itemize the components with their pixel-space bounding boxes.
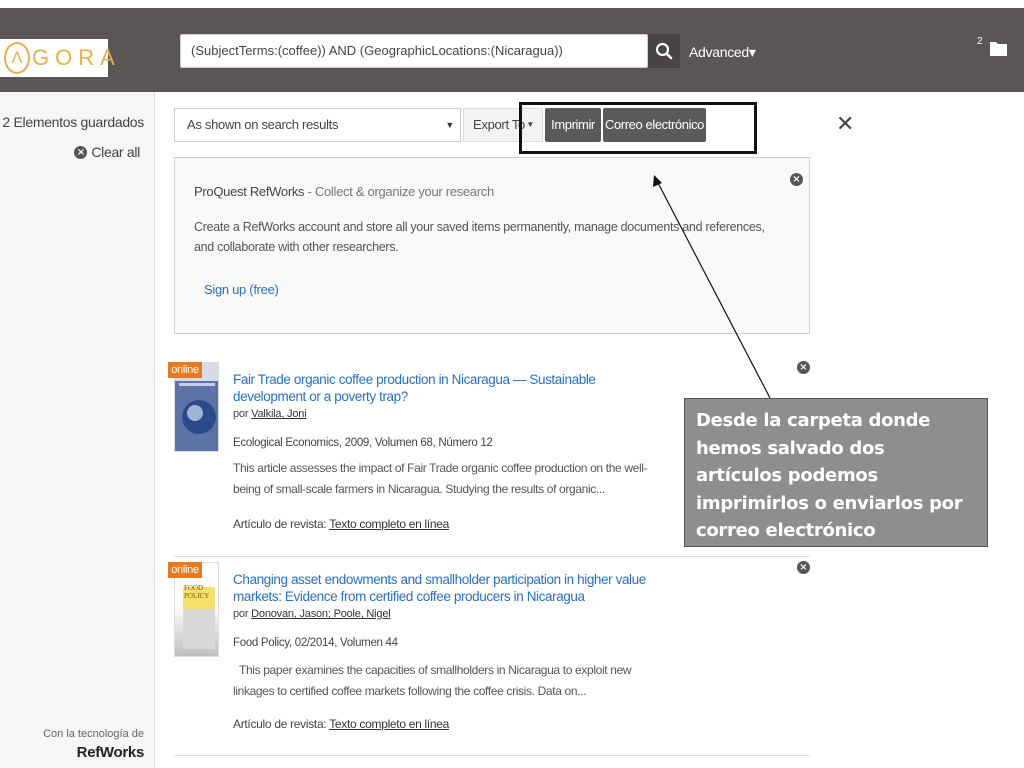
- result-authors: por Donovan, Jason; Poole, Nigel: [233, 608, 391, 620]
- online-badge: online: [168, 562, 202, 578]
- folder-count-badge: 2: [977, 36, 983, 47]
- result-source: Ecological Economics, 2009, Volumen 68, …: [233, 437, 493, 449]
- search-icon: [655, 42, 673, 60]
- result-source: Food Policy, 02/2014, Volumen 44: [233, 637, 398, 649]
- remove-item-icon[interactable]: ×: [797, 361, 810, 374]
- result-type: Artículo de revista: Texto completo en l…: [233, 517, 450, 531]
- powered-by-label: Con la tecnología de: [43, 728, 144, 740]
- full-text-link[interactable]: Texto completo en línea: [329, 717, 449, 731]
- saved-items-count: 2 Elementos guardados: [2, 114, 144, 130]
- result-type: Artículo de revista: Texto completo en l…: [233, 717, 450, 731]
- caret-down-icon: ▼: [445, 120, 454, 130]
- clear-icon: ×: [74, 145, 88, 159]
- format-select-value: As shown on search results: [187, 117, 339, 132]
- sidebar: 2 Elementos guardados × Clear all Con la…: [0, 92, 155, 768]
- export-label: Export To: [473, 117, 525, 132]
- result-authors: por Valkila, Joni: [233, 408, 307, 420]
- divider: [174, 755, 810, 756]
- close-icon[interactable]: ✕: [836, 114, 854, 136]
- online-badge: online: [168, 362, 202, 378]
- logo[interactable]: Λ GORA: [0, 39, 115, 77]
- refworks-title: ProQuest RefWorks - Collect & organize y…: [194, 184, 494, 199]
- author-link[interactable]: Donovan, Jason; Poole, Nigel: [251, 608, 391, 620]
- search-input[interactable]: (SubjectTerms:(coffee)) AND (GeographicL…: [180, 34, 648, 68]
- full-text-link[interactable]: Texto completo en línea: [329, 517, 449, 531]
- remove-item-icon[interactable]: ×: [797, 561, 810, 574]
- refworks-promo-panel: ProQuest RefWorks - Collect & organize y…: [174, 157, 810, 334]
- divider: [174, 556, 810, 557]
- result-abstract: This paper examines the capacities of sm…: [233, 663, 635, 698]
- logo-mark: Λ: [4, 42, 30, 74]
- result-title-link[interactable]: Changing asset endowments and smallholde…: [233, 571, 653, 605]
- top-bar: Λ GORA (SubjectTerms:(coffee)) AND (Geog…: [0, 8, 1024, 92]
- logo-text: GORA: [32, 45, 121, 70]
- author-link[interactable]: Valkila, Joni: [251, 408, 306, 420]
- folder-icon[interactable]: [989, 38, 1008, 58]
- result-abstract: This article assesses the impact of Fair…: [233, 461, 648, 496]
- signup-link[interactable]: Sign up (free): [204, 282, 279, 297]
- refworks-description: Create a RefWorks account and store all …: [194, 220, 765, 254]
- close-icon[interactable]: ×: [790, 173, 803, 186]
- search-button[interactable]: [648, 34, 680, 68]
- format-select[interactable]: As shown on search results ▼: [174, 108, 461, 142]
- annotation-callout: Desde la carpeta donde hemos salvado dos…: [684, 398, 988, 547]
- result-title-link[interactable]: Fair Trade organic coffee production in …: [233, 371, 653, 405]
- cover-title: FOOD POLICY: [184, 584, 210, 600]
- clear-all-label: Clear all: [91, 144, 140, 160]
- clear-all-button[interactable]: × Clear all: [74, 144, 140, 160]
- refworks-brand: RefWorks: [76, 744, 145, 761]
- advanced-search-link[interactable]: Advanced▾: [689, 44, 756, 61]
- annotation-highlight-box: [519, 102, 757, 154]
